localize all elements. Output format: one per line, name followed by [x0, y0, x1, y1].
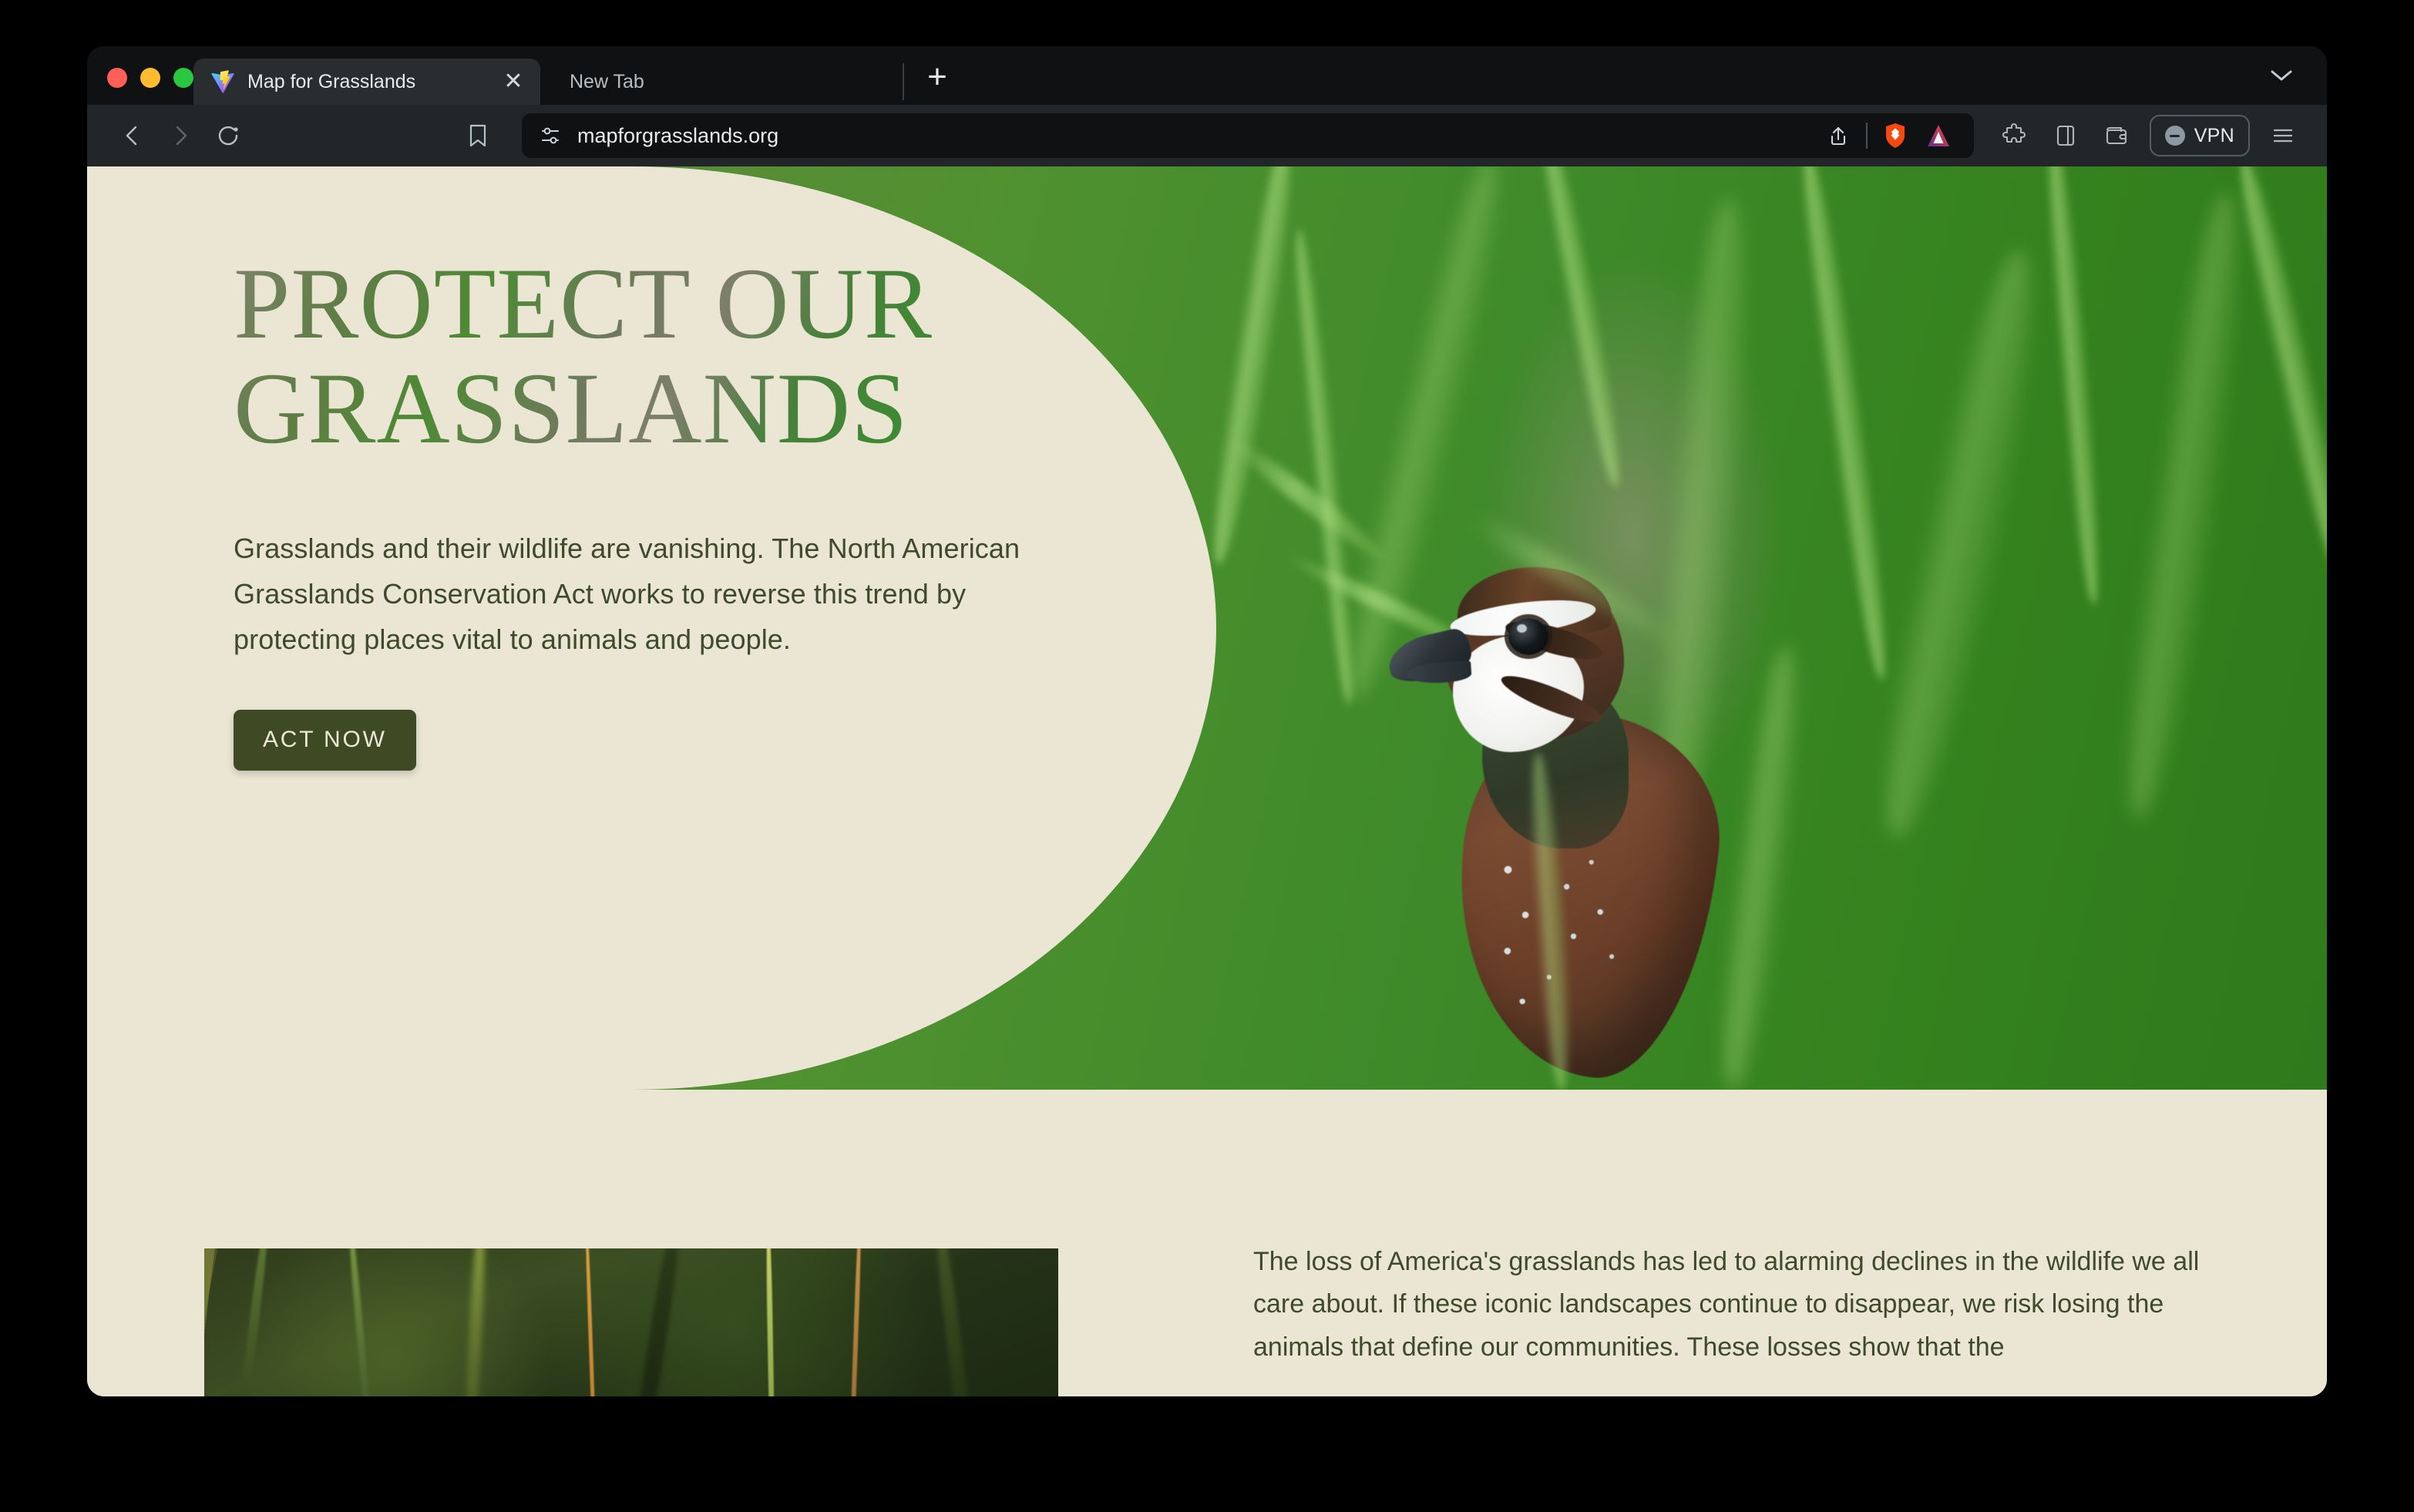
divider: [1865, 123, 1868, 149]
tab-new-tab[interactable]: New Tab: [540, 59, 903, 105]
tab-title: New Tab: [570, 70, 644, 92]
back-button[interactable]: [109, 112, 156, 160]
minimize-window-button[interactable]: [140, 68, 160, 88]
vpn-status-icon: [2164, 126, 2185, 146]
puzzle-piece-icon[interactable]: [1991, 112, 2039, 160]
wallet-icon[interactable]: [2093, 112, 2140, 160]
bookmark-button[interactable]: [454, 112, 502, 160]
new-tab-button[interactable]: +: [904, 60, 970, 105]
page-viewport: PROTECT OUR GRASSLANDS Grasslands and th…: [87, 166, 2327, 1396]
vite-logo-icon: [210, 69, 235, 94]
brave-shields-lion-icon[interactable]: [1874, 114, 1917, 157]
share-icon[interactable]: [1817, 114, 1860, 157]
hero-title-line-1: PROTECT OUR: [234, 247, 933, 360]
close-tab-button[interactable]: ✕: [500, 70, 526, 93]
browser-window: Map for Grasslands ✕ New Tab + mapforgra…: [87, 46, 2327, 1396]
hero-content: PROTECT OUR GRASSLANDS Grasslands and th…: [234, 251, 1120, 771]
tab-map-for-grasslands[interactable]: Map for Grasslands ✕: [193, 59, 540, 105]
hero-paragraph: Grasslands and their wildlife are vanish…: [234, 532, 1020, 655]
tab-strip: Map for Grasslands ✕ New Tab +: [87, 46, 2327, 105]
address-bar[interactable]: mapforgrasslands.org: [522, 113, 1974, 158]
toolbar-right-actions: VPN: [1991, 112, 2307, 160]
window-controls: [87, 68, 193, 105]
second-section-paragraph: The loss of America's grasslands has led…: [1253, 1247, 2200, 1362]
url-text: mapforgrasslands.org: [577, 123, 779, 147]
act-now-button[interactable]: ACT NOW: [234, 710, 416, 771]
hamburger-menu-icon[interactable]: [2259, 112, 2307, 160]
grass-blades-photo: [204, 1248, 1058, 1396]
close-window-button[interactable]: [107, 68, 127, 88]
hero-title-line-2: GRASSLANDS: [234, 351, 909, 465]
second-section: The loss of America's grasslands has led…: [87, 1090, 2327, 1396]
tab-title: Map for Grasslands: [247, 70, 416, 92]
page-title: PROTECT OUR GRASSLANDS: [234, 251, 1120, 461]
forward-button[interactable]: [156, 112, 204, 160]
address-bar-actions: [1817, 113, 1974, 158]
chevron-down-icon[interactable]: [2270, 68, 2327, 105]
brave-rewards-triangle-icon[interactable]: [1917, 114, 1960, 157]
hero-section: PROTECT OUR GRASSLANDS Grasslands and th…: [87, 166, 2327, 1090]
vpn-button[interactable]: VPN: [2149, 115, 2250, 156]
reload-button[interactable]: [204, 112, 252, 160]
tab-list: Map for Grasslands ✕ New Tab +: [193, 46, 2270, 105]
hero-cream-panel: PROTECT OUR GRASSLANDS Grasslands and th…: [87, 166, 1216, 1090]
maximize-window-button[interactable]: [173, 68, 193, 88]
sidebar-panel-icon[interactable]: [2042, 112, 2090, 160]
vpn-label: VPN: [2194, 124, 2234, 146]
browser-toolbar: mapforgrasslands.org VPN: [87, 105, 2327, 166]
sliders-icon[interactable]: [539, 124, 562, 147]
